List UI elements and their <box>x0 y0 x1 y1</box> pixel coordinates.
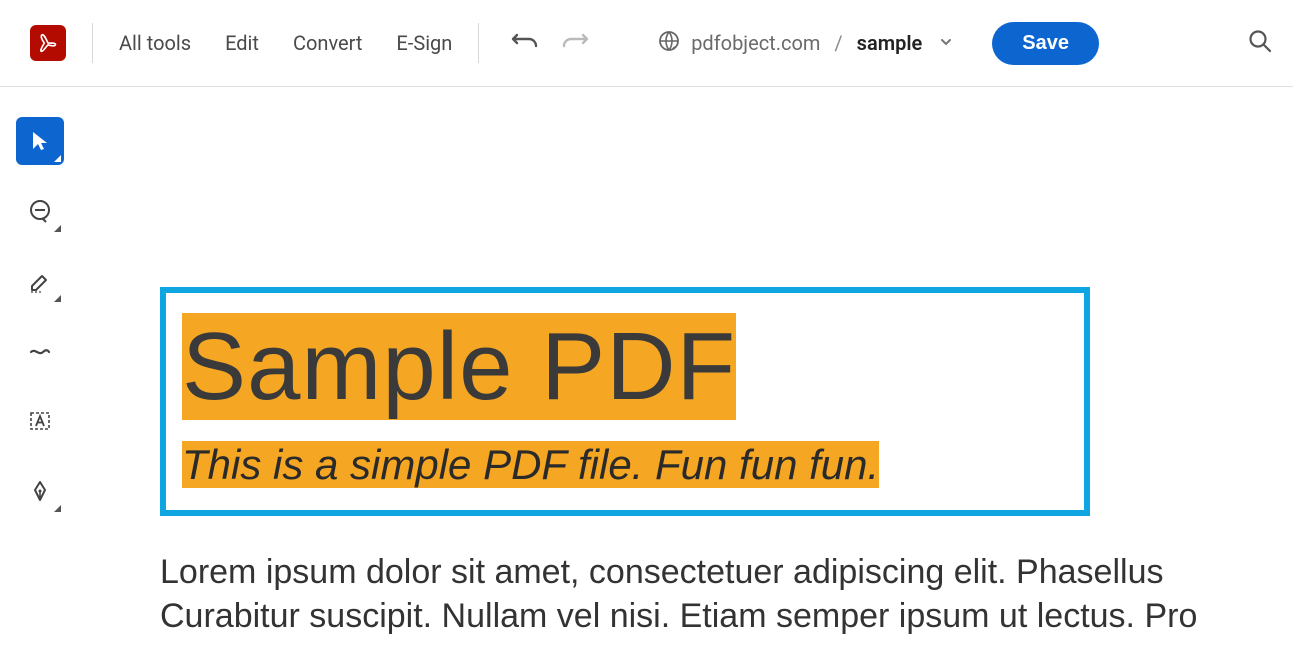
fountain-pen-icon <box>27 478 53 504</box>
top-toolbar: All tools Edit Convert E-Sign pdfobject.… <box>0 0 1293 87</box>
redo-button[interactable] <box>561 32 589 54</box>
body-line: Curabitur suscipit. Nullam vel nisi. Eti… <box>160 594 1293 638</box>
comment-tool[interactable] <box>16 187 64 235</box>
undo-redo-group <box>511 32 589 54</box>
breadcrumb: pdfobject.com / sample <box>657 29 954 58</box>
expand-indicator-icon <box>54 155 61 162</box>
menu-convert[interactable]: Convert <box>293 31 362 55</box>
search-icon <box>1247 28 1273 54</box>
globe-icon <box>657 29 681 58</box>
selection-box[interactable]: Sample PDF This is a simple PDF file. Fu… <box>160 287 1090 516</box>
document-canvas[interactable]: Sample PDF This is a simple PDF file. Fu… <box>80 87 1293 653</box>
undo-button[interactable] <box>511 32 539 54</box>
redo-icon <box>561 32 589 54</box>
app-logo[interactable] <box>30 25 66 61</box>
highlighter-icon <box>27 268 53 294</box>
expand-indicator-icon <box>54 505 61 512</box>
search-button[interactable] <box>1247 28 1273 58</box>
content-wrap: Sample PDF This is a simple PDF file. Fu… <box>0 87 1293 653</box>
undo-icon <box>511 32 539 54</box>
divider <box>92 23 93 63</box>
comment-bubble-icon <box>27 198 53 224</box>
acrobat-icon <box>37 32 59 54</box>
menu-esign[interactable]: E-Sign <box>396 31 452 55</box>
document-subtitle[interactable]: This is a simple PDF file. Fun fun fun. <box>182 441 879 488</box>
menu-all-tools[interactable]: All tools <box>119 31 191 55</box>
text-box-icon <box>27 408 53 434</box>
select-tool[interactable] <box>16 117 64 165</box>
expand-indicator-icon <box>54 295 61 302</box>
cursor-icon <box>28 129 52 153</box>
save-button[interactable]: Save <box>992 22 1099 65</box>
draw-tool[interactable] <box>16 327 64 375</box>
body-line: Lorem ipsum dolor sit amet, consectetuer… <box>160 550 1293 594</box>
menu-edit[interactable]: Edit <box>225 31 259 55</box>
breadcrumb-document[interactable]: sample <box>857 31 923 55</box>
document-title[interactable]: Sample PDF <box>182 313 736 420</box>
breadcrumb-separator: / <box>834 31 842 55</box>
document-body[interactable]: Lorem ipsum dolor sit amet, consectetuer… <box>160 550 1293 638</box>
chevron-down-icon[interactable] <box>938 31 954 55</box>
highlight-tool[interactable] <box>16 257 64 305</box>
sign-tool[interactable] <box>16 467 64 515</box>
divider <box>478 23 479 63</box>
left-toolbar <box>0 87 80 653</box>
freehand-icon <box>27 338 53 364</box>
main-menu: All tools Edit Convert E-Sign <box>119 31 452 55</box>
textbox-tool[interactable] <box>16 397 64 445</box>
breadcrumb-domain[interactable]: pdfobject.com <box>691 31 820 55</box>
expand-indicator-icon <box>54 225 61 232</box>
